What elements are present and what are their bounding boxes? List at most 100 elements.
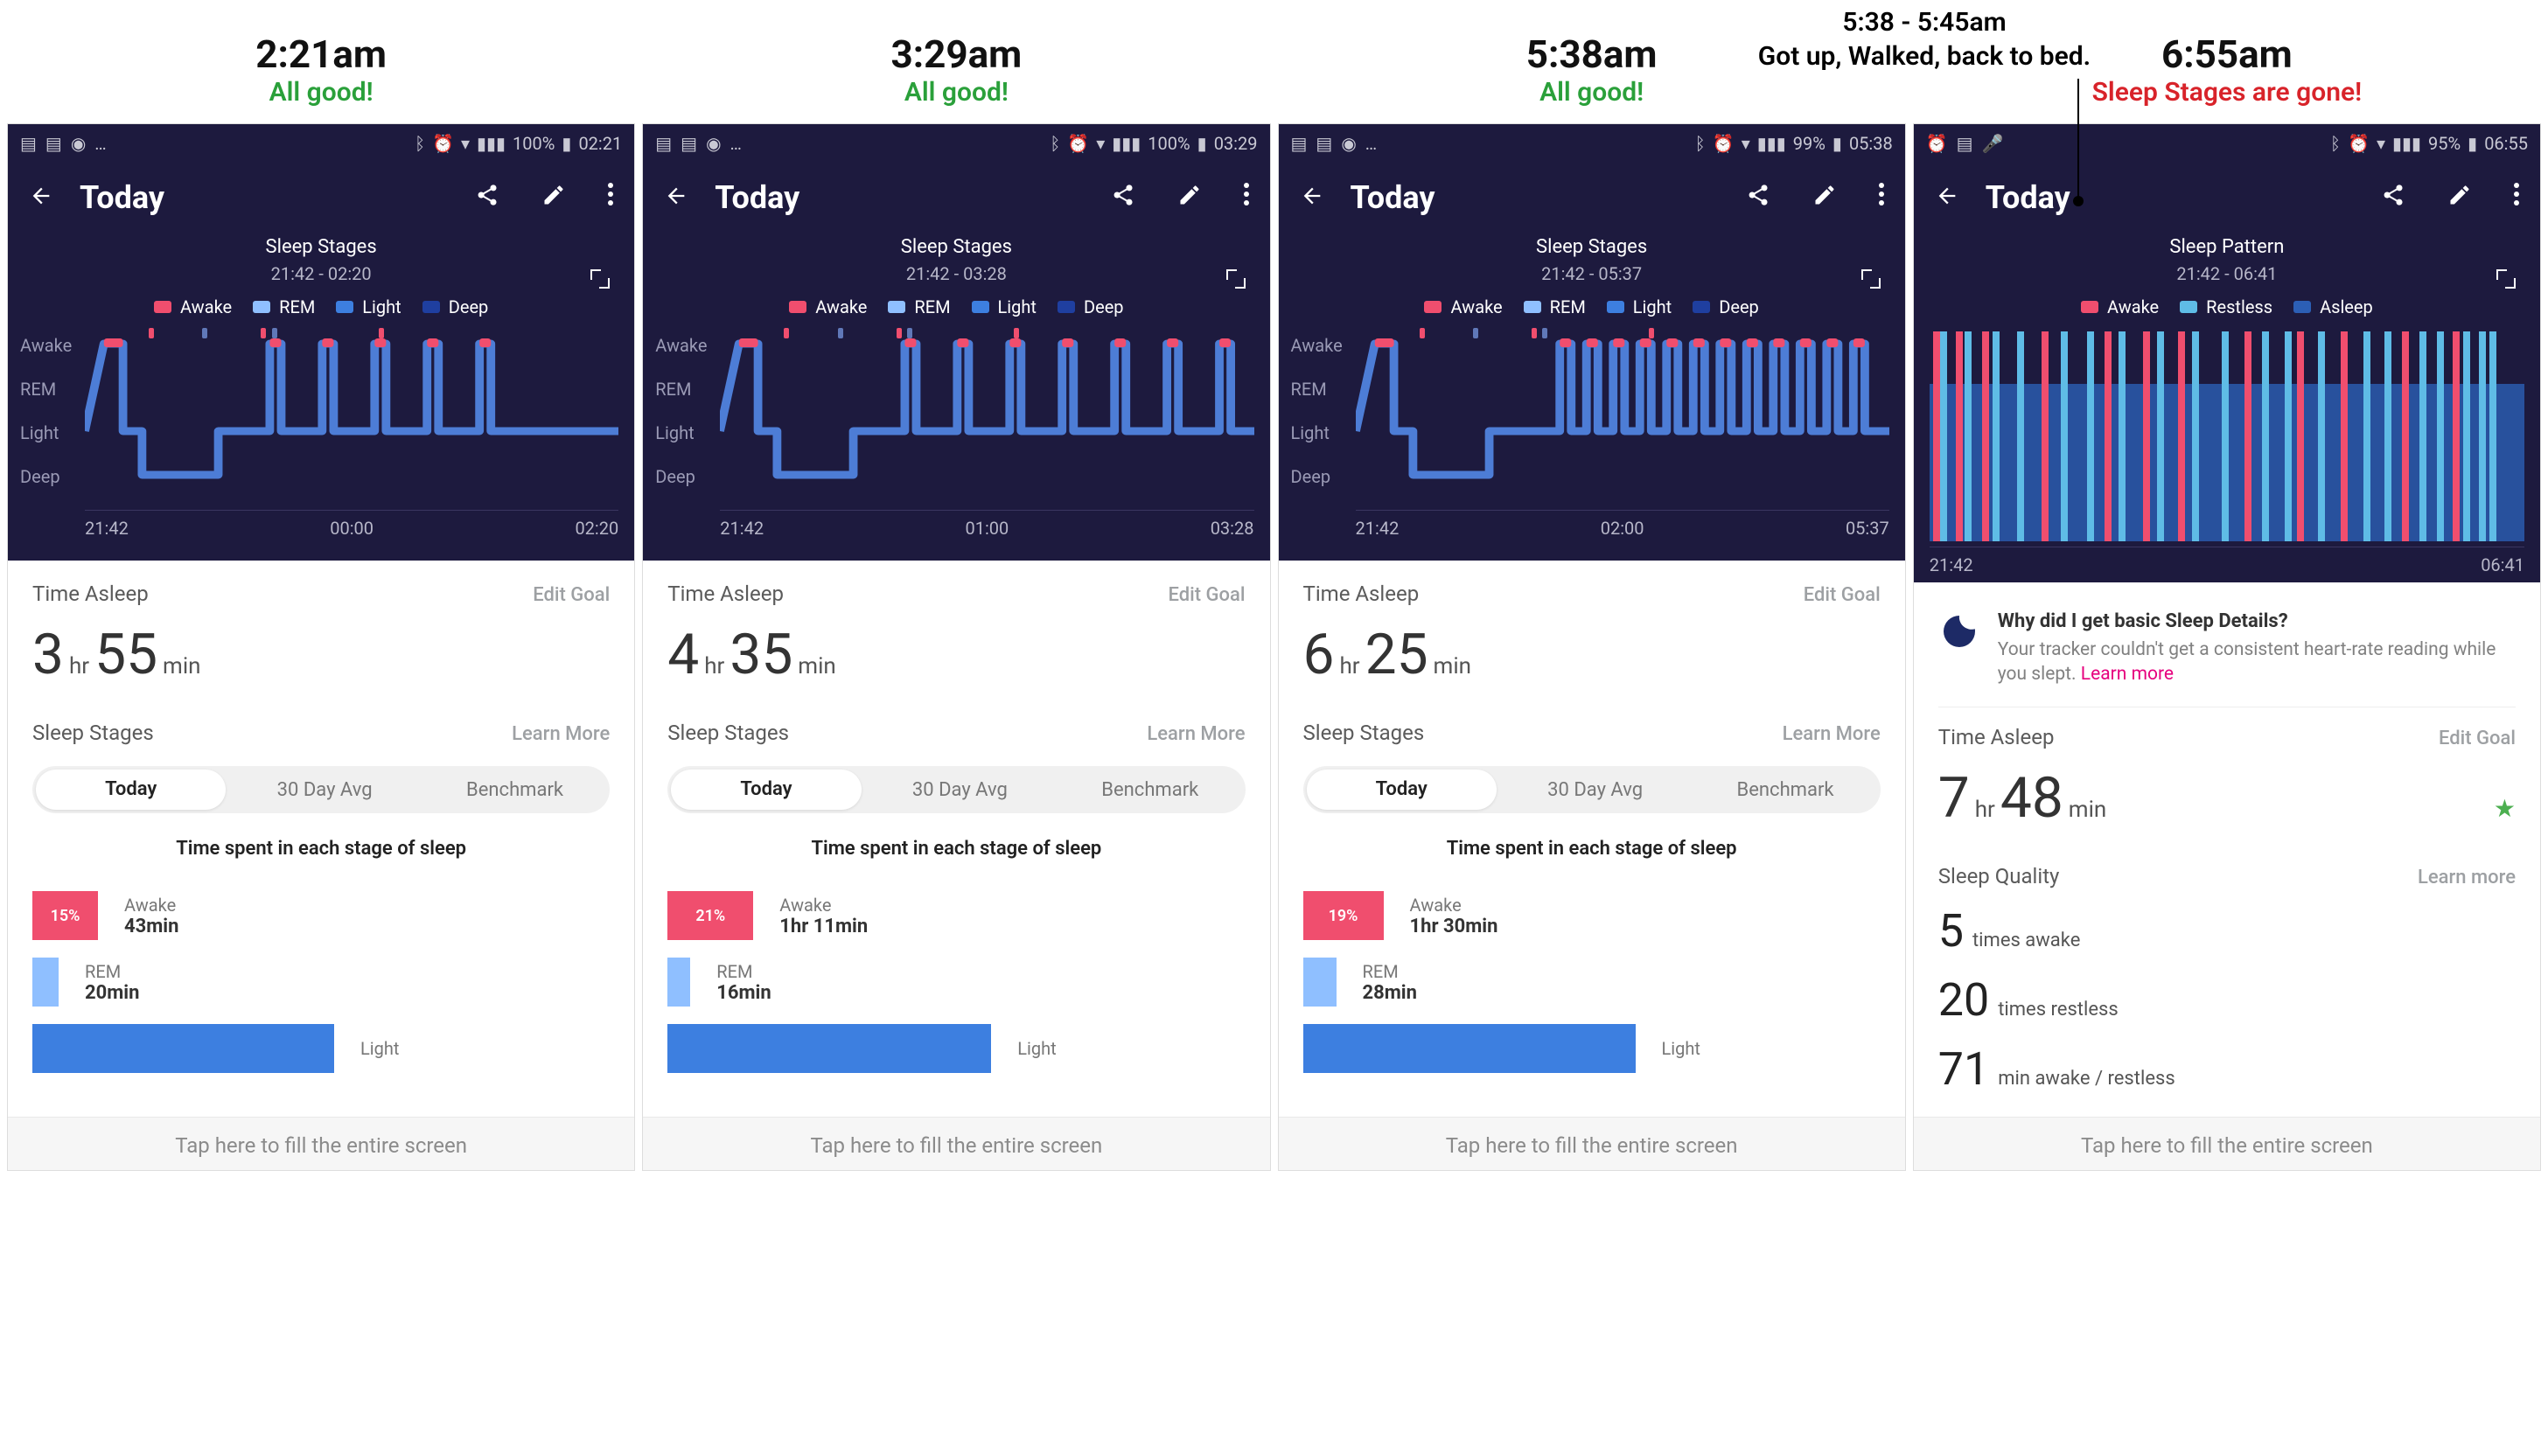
edit-button[interactable] — [1812, 183, 1837, 213]
phone-screenshot: ▤▤◉… ᛒ ⏰ ▾ ▮▮▮ 100% ▮ 03:29 Today — [642, 123, 1270, 1171]
star-icon: ★ — [2494, 794, 2516, 823]
status-bar: ⏰▤🎤 ᛒ ⏰ ▾ ▮▮▮ 95% ▮ 06:55 — [1914, 124, 2540, 163]
messenger-icon: ◉ — [71, 133, 86, 154]
alarm-icon: ⏰ — [432, 133, 454, 154]
overflow-menu-button[interactable] — [1244, 183, 1249, 213]
edit-goal-link[interactable]: Edit Goal — [533, 584, 610, 606]
learn-more-link[interactable]: Learn More — [1147, 723, 1245, 745]
chart-title: Sleep Stages — [1279, 236, 1905, 258]
back-button[interactable] — [29, 179, 53, 216]
stage-subhead: Time spent in each stage of sleep — [1303, 838, 1881, 860]
battery-icon: ▮ — [2468, 133, 2477, 154]
panel-caption: 2:21am All good! — [7, 7, 635, 123]
learn-more-link[interactable]: Learn More — [1783, 723, 1881, 745]
edit-button[interactable] — [1177, 183, 1202, 213]
expand-icon[interactable] — [1225, 268, 1247, 290]
learn-more-link[interactable]: Learn more — [2081, 664, 2174, 685]
edit-goal-link[interactable]: Edit Goal — [2439, 728, 2516, 749]
signal-icon: ▮▮▮ — [1757, 133, 1786, 154]
chart-title: Sleep Pattern — [1914, 236, 2540, 258]
share-button[interactable] — [2381, 183, 2405, 213]
segment-30day[interactable]: 30 Day Avg — [229, 779, 419, 801]
overflow-menu-button[interactable] — [1879, 183, 1884, 213]
awake-bar: 21% — [667, 891, 753, 940]
bluetooth-icon: ᛒ — [2330, 133, 2341, 154]
footer-hint[interactable]: Tap here to fill the entire screen — [1914, 1117, 2540, 1170]
segment-today[interactable]: Today — [671, 770, 861, 810]
page-title: Today — [1986, 179, 2070, 216]
segment-benchmark[interactable]: Benchmark — [1055, 779, 1245, 801]
overflow-menu-button[interactable] — [608, 183, 613, 213]
back-button[interactable] — [1935, 179, 1959, 216]
clock: 06:55 — [2484, 133, 2528, 154]
app-bar: Today — [1279, 163, 1905, 233]
messenger-icon: ◉ — [1341, 133, 1356, 154]
battery-percent: 100% — [513, 133, 555, 154]
mic-icon: 🎤 — [1982, 133, 2004, 154]
footer-hint[interactable]: Tap here to fill the entire screen — [1279, 1117, 1905, 1170]
segmented-control[interactable]: Today 30 Day Avg Benchmark — [32, 766, 610, 813]
page-title: Today — [80, 179, 164, 216]
share-button[interactable] — [1111, 183, 1135, 213]
sleep-stages-label: Sleep Stages — [1303, 721, 1425, 745]
battery-percent: 100% — [1148, 133, 1190, 154]
expand-icon[interactable] — [2495, 268, 2517, 290]
time-asleep-label: Time Asleep — [667, 582, 784, 606]
expand-icon[interactable] — [589, 268, 611, 290]
edit-goal-link[interactable]: Edit Goal — [1804, 584, 1881, 606]
info-card: Why did I get basic Sleep Details? Your … — [1938, 603, 2516, 707]
stages-plot: Awake REM Light Deep 21: — [85, 326, 618, 554]
app-icon: ▤ — [681, 133, 697, 154]
footer-hint[interactable]: Tap here to fill the entire screen — [643, 1117, 1269, 1170]
time-asleep-value: 4hr 35min — [667, 622, 1245, 687]
rem-bar — [32, 958, 59, 1007]
share-button[interactable] — [1746, 183, 1770, 213]
segment-benchmark[interactable]: Benchmark — [1690, 779, 1880, 801]
alarm-icon: ⏰ — [1067, 133, 1089, 154]
status-bar: ▤▤◉… ᛒ ⏰ ▾ ▮▮▮ 100% ▮ 02:21 — [8, 124, 634, 163]
segment-today[interactable]: Today — [1307, 770, 1497, 810]
light-bar — [1303, 1024, 1636, 1073]
panel-caption: 3:29am All good! — [642, 7, 1270, 123]
light-bar — [667, 1024, 991, 1073]
battery-percent: 95% — [2428, 133, 2461, 154]
learn-more-link[interactable]: Learn more — [2418, 867, 2516, 888]
edit-button[interactable] — [541, 183, 566, 213]
chart-title: Sleep Stages — [643, 236, 1269, 258]
app-icon: ▤ — [1291, 133, 1308, 154]
sleep-chart[interactable]: Sleep Stages 21:42 - 05:37 Awake REM Lig… — [1279, 233, 1905, 561]
sleep-chart[interactable]: Sleep Pattern 21:42 - 06:41 Awake Restle… — [1914, 233, 2540, 582]
rem-bar — [667, 958, 690, 1007]
signal-icon: ▮▮▮ — [1112, 133, 1141, 154]
back-button[interactable] — [664, 179, 688, 216]
segment-30day[interactable]: 30 Day Avg — [1500, 779, 1690, 801]
sleep-chart[interactable]: Sleep Stages 21:42 - 03:28 Awake REM Lig… — [643, 233, 1269, 561]
time-asleep-value: 7hr 48min ★ — [1938, 765, 2516, 831]
wifi-icon: ▾ — [461, 133, 470, 154]
bluetooth-icon: ᛒ — [1050, 133, 1060, 154]
app-bar: Today — [8, 163, 634, 233]
stage-subhead: Time spent in each stage of sleep — [32, 838, 610, 860]
moon-icon — [1938, 610, 1980, 652]
sleep-chart[interactable]: Sleep Stages 21:42 - 02:20 Awake REM Lig… — [8, 233, 634, 561]
share-button[interactable] — [475, 183, 499, 213]
expand-icon[interactable] — [1860, 268, 1882, 290]
segment-30day[interactable]: 30 Day Avg — [865, 779, 1055, 801]
segment-benchmark[interactable]: Benchmark — [420, 779, 610, 801]
phone-screenshot: ▤▤◉… ᛒ ⏰ ▾ ▮▮▮ 100% ▮ 02:21 Today — [7, 123, 635, 1171]
edit-button[interactable] — [2447, 183, 2472, 213]
learn-more-link[interactable]: Learn More — [512, 723, 610, 745]
edit-goal-link[interactable]: Edit Goal — [1169, 584, 1246, 606]
app-icon: ▤ — [45, 133, 62, 154]
time-asleep-value: 6hr 25min — [1303, 622, 1881, 687]
awake-bar: 15% — [32, 891, 98, 940]
segmented-control[interactable]: Today 30 Day Avg Benchmark — [667, 766, 1245, 813]
footer-hint[interactable]: Tap here to fill the entire screen — [8, 1117, 634, 1170]
segmented-control[interactable]: Today 30 Day Avg Benchmark — [1303, 766, 1881, 813]
overflow-menu-button[interactable] — [2514, 183, 2519, 213]
time-asleep-label: Time Asleep — [32, 582, 149, 606]
battery-icon: ▮ — [562, 133, 571, 154]
wifi-icon: ▾ — [1096, 133, 1105, 154]
segment-today[interactable]: Today — [36, 770, 226, 810]
back-button[interactable] — [1300, 179, 1324, 216]
